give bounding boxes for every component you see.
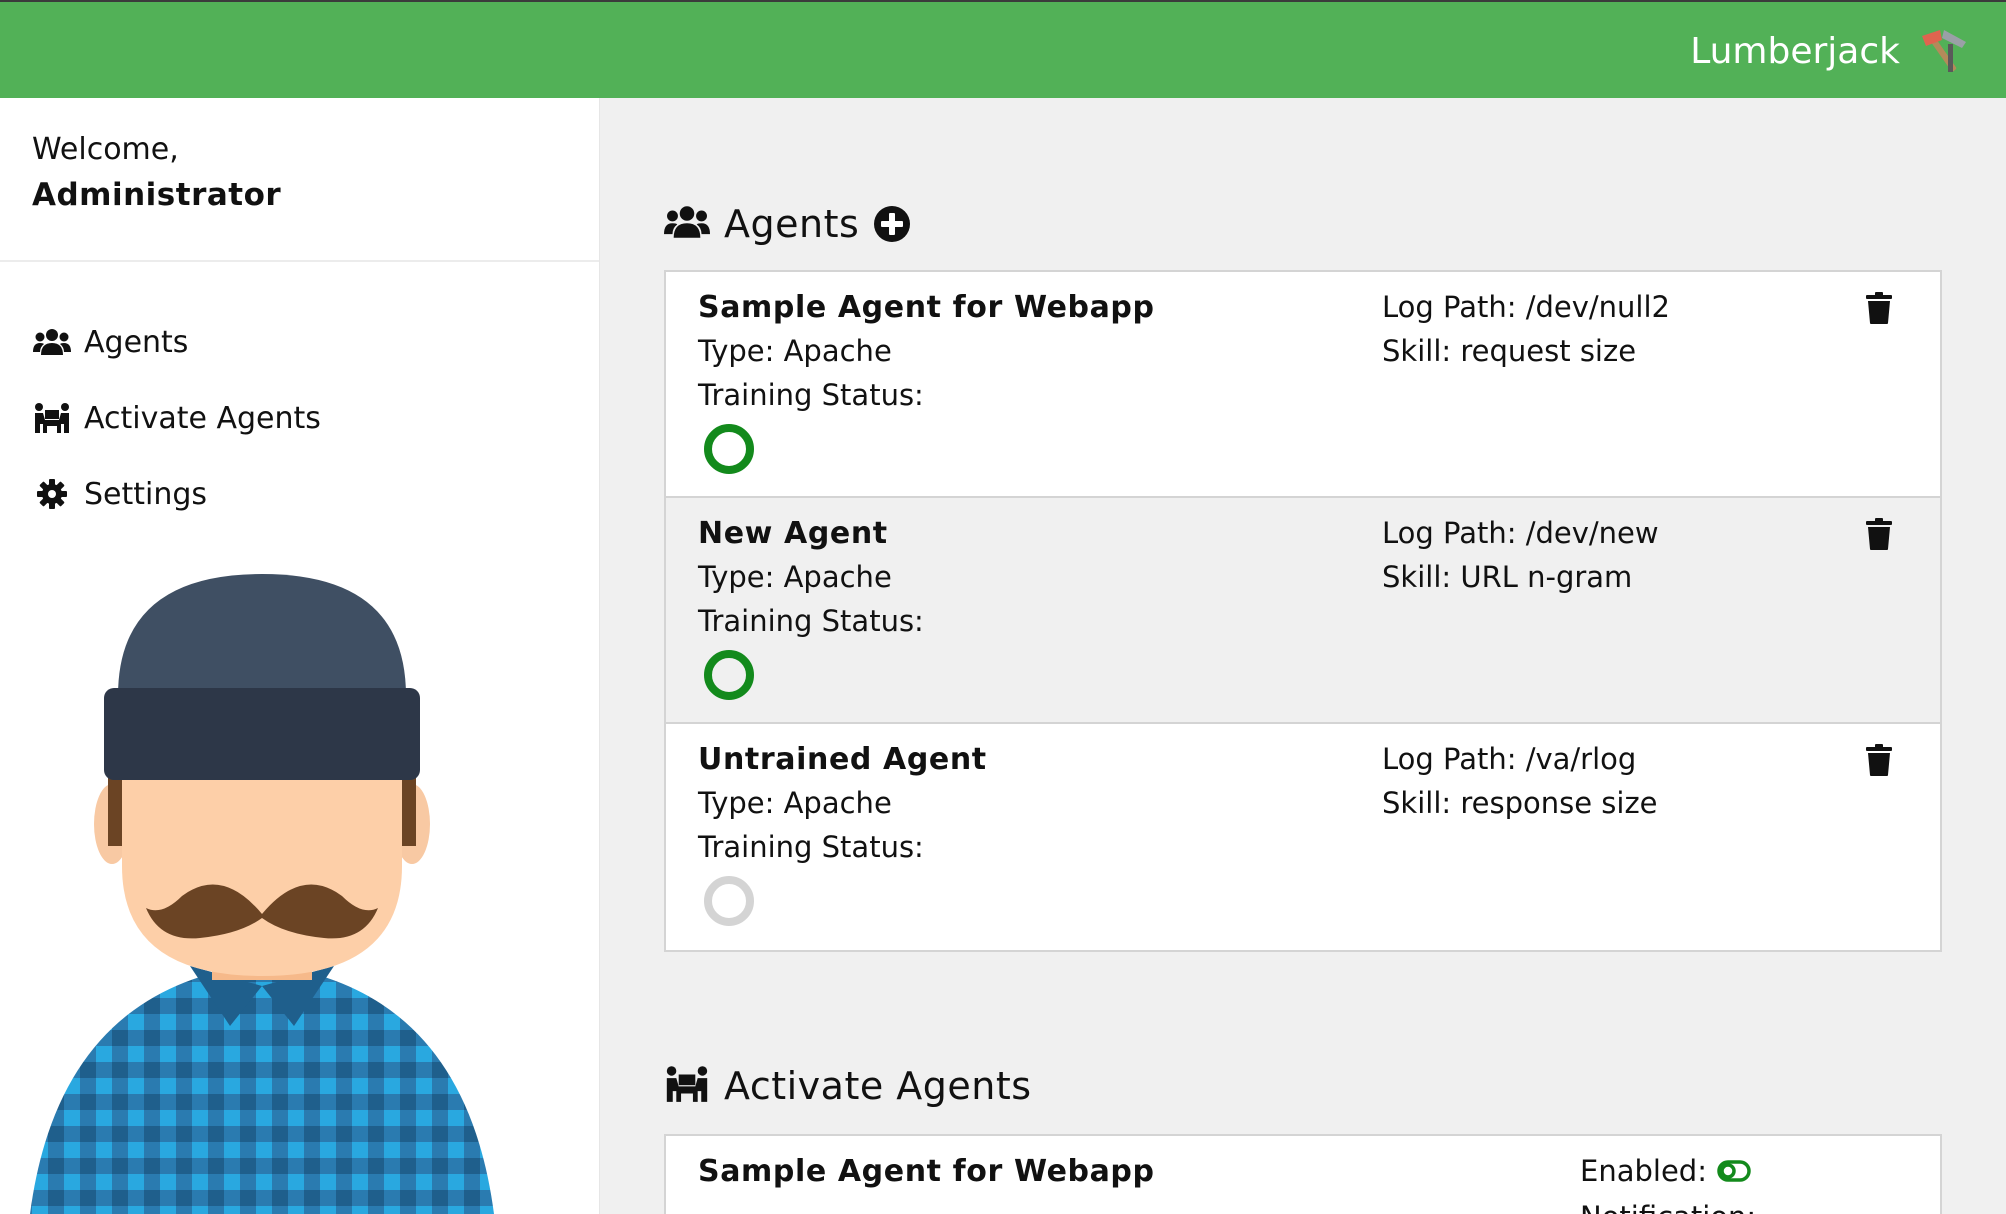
- sidebar-item-agents[interactable]: Agents: [0, 304, 599, 380]
- brand-name: Lumberjack: [1690, 30, 1900, 72]
- training-status-indicator: [704, 876, 754, 926]
- enabled-label: Enabled:: [1580, 1154, 1707, 1188]
- agents-section-header: Agents: [664, 202, 911, 246]
- plus-circle-icon[interactable]: [873, 205, 911, 243]
- training-status-indicator: [704, 424, 754, 474]
- sidebar-nav: Agents Activate Agents Settings: [0, 262, 599, 532]
- trash-icon[interactable]: [1866, 518, 1892, 550]
- trash-icon[interactable]: [1866, 744, 1892, 776]
- sidebar-item-settings[interactable]: Settings: [0, 456, 599, 532]
- agent-type: Type: Apache: [698, 786, 892, 820]
- agent-row: Sample Agent for Webapp Type: Apache Tra…: [666, 272, 1940, 498]
- agent-row: Untrained Agent Type: Apache Training St…: [666, 724, 1940, 950]
- notification-label: Notification:: [1580, 1200, 1756, 1214]
- agent-name: New Agent: [698, 516, 888, 551]
- enabled-control: Enabled:: [1580, 1154, 1751, 1188]
- agent-name: Untrained Agent: [698, 742, 987, 777]
- activate-section-title: Activate Agents: [724, 1064, 1032, 1108]
- training-status-label: Training Status:: [698, 604, 924, 638]
- welcome-text: Welcome,: [32, 132, 179, 167]
- agent-type: Type: Apache: [698, 560, 892, 594]
- activate-agent-row: Sample Agent for Webapp Enabled: Notific…: [666, 1136, 1940, 1214]
- agent-log-path: Log Path: /va/rlog: [1382, 742, 1637, 776]
- people-carry-icon: [32, 402, 72, 434]
- trash-icon[interactable]: [1866, 292, 1892, 324]
- sidebar-item-label: Activate Agents: [84, 400, 321, 436]
- training-status-indicator: [704, 650, 754, 700]
- agent-skill: Skill: URL n-gram: [1382, 560, 1633, 594]
- agent-name: Sample Agent for Webapp: [698, 290, 1155, 325]
- sidebar: Welcome, Administrator Agents Activate A…: [0, 98, 600, 1214]
- enabled-toggle-icon[interactable]: [1717, 1160, 1751, 1182]
- gear-icon: [32, 478, 72, 510]
- agent-type: Type: Apache: [698, 334, 892, 368]
- activate-section-header: Activate Agents: [664, 1064, 1032, 1108]
- brand[interactable]: Lumberjack: [1690, 26, 1972, 76]
- user-name: Administrator: [32, 177, 282, 213]
- agents-list: Sample Agent for Webapp Type: Apache Tra…: [664, 270, 1942, 952]
- users-icon: [32, 326, 72, 358]
- training-status-label: Training Status:: [698, 378, 924, 412]
- agents-section-title: Agents: [724, 202, 860, 246]
- axe-logo-icon: [1922, 30, 1966, 72]
- welcome-panel: Welcome, Administrator: [0, 98, 599, 262]
- lumberjack-avatar: [30, 574, 494, 1214]
- agent-log-path: Log Path: /dev/null2: [1382, 290, 1670, 324]
- users-icon: [664, 205, 710, 243]
- sidebar-item-label: Settings: [84, 476, 208, 512]
- agent-log-path: Log Path: /dev/new: [1382, 516, 1659, 550]
- agent-row: New Agent Type: Apache Training Status: …: [666, 498, 1940, 724]
- main-content: Agents Sample Agent for Webapp Type: Apa…: [600, 98, 2006, 1214]
- people-carry-icon: [664, 1065, 710, 1107]
- top-bar: Lumberjack: [0, 0, 2006, 98]
- agent-skill: Skill: response size: [1382, 786, 1658, 820]
- activate-agents-list: Sample Agent for Webapp Enabled: Notific…: [664, 1134, 1942, 1214]
- agent-name: Sample Agent for Webapp: [698, 1154, 1155, 1189]
- sidebar-item-label: Agents: [84, 324, 189, 360]
- agent-skill: Skill: request size: [1382, 334, 1637, 368]
- sidebar-item-activate-agents[interactable]: Activate Agents: [0, 380, 599, 456]
- training-status-label: Training Status:: [698, 830, 924, 864]
